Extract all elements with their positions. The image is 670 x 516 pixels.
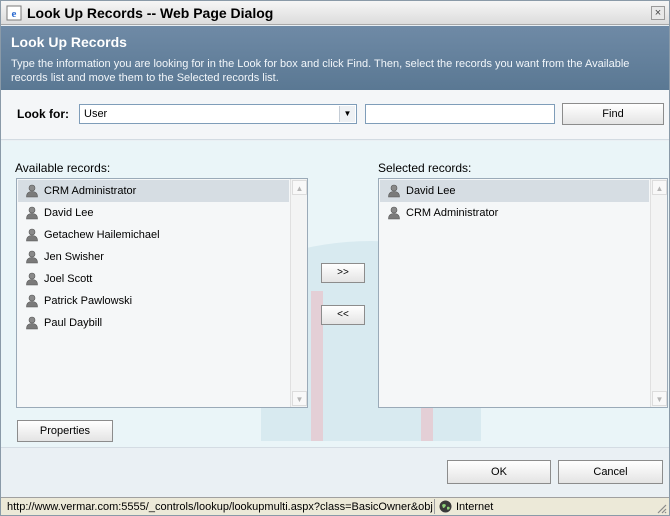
dialog-description: Type the information you are looking for… xyxy=(11,58,630,84)
list-item[interactable]: Patrick Pawlowski xyxy=(18,290,289,312)
list-item[interactable]: David Lee xyxy=(380,180,649,202)
look-for-selected-value: User xyxy=(84,108,108,120)
find-button[interactable]: Find xyxy=(562,103,664,125)
user-icon xyxy=(26,228,38,242)
ie-page-icon: e xyxy=(6,5,22,21)
search-input[interactable] xyxy=(365,104,555,124)
cancel-button[interactable]: Cancel xyxy=(558,460,663,484)
scroll-down-icon[interactable]: ▼ xyxy=(292,391,307,406)
available-records-list[interactable]: CRM Administrator David Lee Getachew Haile… xyxy=(16,178,308,408)
resize-grip-icon[interactable] xyxy=(655,502,667,514)
user-icon xyxy=(26,206,38,220)
selected-records-label: Selected records: xyxy=(378,161,472,175)
selected-scrollbar[interactable]: ▲ ▼ xyxy=(650,179,667,407)
close-icon[interactable]: × xyxy=(651,6,665,20)
user-icon xyxy=(388,206,400,220)
record-name: Jen Swisher xyxy=(44,251,104,263)
add-to-selected-button[interactable]: >> xyxy=(321,263,365,283)
look-for-select[interactable]: User ▼ xyxy=(79,104,357,124)
status-bar: http://www.vermar.com:5555/_controls/loo… xyxy=(1,497,669,515)
scroll-up-icon[interactable]: ▲ xyxy=(652,180,667,195)
status-url: http://www.vermar.com:5555/_controls/loo… xyxy=(7,501,433,513)
list-item[interactable]: CRM Administrator xyxy=(380,202,649,224)
user-icon xyxy=(26,294,38,308)
status-divider xyxy=(434,499,435,514)
list-item[interactable]: Getachew Hailemichael xyxy=(18,224,289,246)
window-title: Look Up Records -- Web Page Dialog xyxy=(27,5,274,21)
list-item[interactable]: Jen Swisher xyxy=(18,246,289,268)
record-name: David Lee xyxy=(44,207,94,219)
security-zone-label: Internet xyxy=(456,501,494,513)
properties-button[interactable]: Properties xyxy=(17,420,113,442)
list-item[interactable]: David Lee xyxy=(18,202,289,224)
record-name: Patrick Pawlowski xyxy=(44,295,133,307)
dialog-header: Look Up Records Type the information you… xyxy=(1,26,669,90)
dialog-heading: Look Up Records xyxy=(11,34,127,50)
available-scrollbar[interactable]: ▲ ▼ xyxy=(290,179,307,407)
record-name: David Lee xyxy=(406,185,456,197)
user-icon xyxy=(26,272,38,286)
scroll-up-icon[interactable]: ▲ xyxy=(292,180,307,195)
available-records-label: Available records: xyxy=(15,161,111,175)
records-area: Available records: Selected records: CRM… xyxy=(1,141,669,447)
list-item[interactable]: Joel Scott xyxy=(18,268,289,290)
record-name: Getachew Hailemichael xyxy=(44,229,160,241)
list-item[interactable]: CRM Administrator xyxy=(18,180,289,202)
dialog-footer: OK Cancel xyxy=(1,447,669,497)
user-icon xyxy=(388,184,400,198)
user-icon xyxy=(26,184,38,198)
title-bar: e Look Up Records -- Web Page Dialog × xyxy=(1,1,669,25)
remove-from-selected-button[interactable]: << xyxy=(321,305,365,325)
record-name: CRM Administrator xyxy=(44,185,137,197)
scroll-down-icon[interactable]: ▼ xyxy=(652,391,667,406)
look-for-label: Look for: xyxy=(17,107,69,121)
record-name: CRM Administrator xyxy=(406,207,499,219)
svg-text:e: e xyxy=(12,8,17,20)
ok-button[interactable]: OK xyxy=(447,460,551,484)
selected-records-list[interactable]: David Lee CRM Administrator ▲ ▼ xyxy=(378,178,668,408)
look-for-row: Look for: User ▼ Find xyxy=(1,90,669,140)
user-icon xyxy=(26,316,38,330)
user-icon xyxy=(26,250,38,264)
globe-icon xyxy=(439,500,452,513)
lookup-dialog-window: e Look Up Records -- Web Page Dialog × L… xyxy=(0,0,670,516)
record-name: Joel Scott xyxy=(44,273,93,285)
chevron-down-icon[interactable]: ▼ xyxy=(339,106,355,122)
record-name: Paul Daybill xyxy=(44,317,103,329)
list-item[interactable]: Paul Daybill xyxy=(18,312,289,334)
